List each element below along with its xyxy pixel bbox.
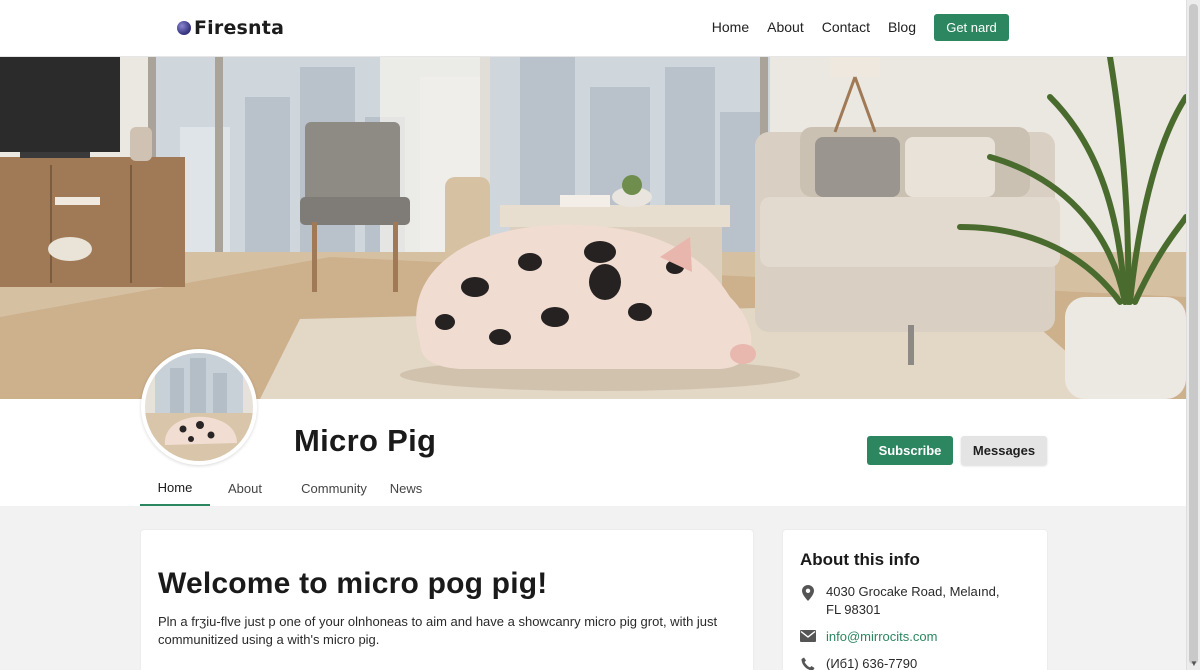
email-row: info@mirrocits.com xyxy=(800,628,937,646)
tab-news[interactable]: News xyxy=(388,470,424,506)
page-title: Micro Pig xyxy=(294,423,437,458)
subscribe-button[interactable]: Subscribe xyxy=(867,436,953,465)
brand-logo[interactable]: Firesnta xyxy=(177,14,284,42)
email-link[interactable]: info@mirrocits.com xyxy=(826,628,937,646)
phone-icon xyxy=(800,655,816,670)
envelope-icon xyxy=(800,628,816,646)
scroll-down-icon[interactable]: ▼ xyxy=(1190,659,1198,668)
messages-button[interactable]: Messages xyxy=(961,436,1047,465)
tab-home[interactable]: Home xyxy=(140,470,210,506)
phone-row: (Иб1) 636-7790 xyxy=(800,655,917,670)
page-scrollbar[interactable]: ▼ xyxy=(1186,0,1200,670)
about-info-heading: About this info xyxy=(800,550,920,569)
primary-nav: Home About Contact Blog xyxy=(712,19,916,35)
top-navigation: Firesnta Home About Contact Blog Get nar… xyxy=(0,0,1186,57)
welcome-card: Welcome to micro pog pig! Pln a frʒiu-fl… xyxy=(141,530,753,670)
about-info-card: About this info 4030 Grocake Road, Melaı… xyxy=(783,530,1047,670)
scrollbar-thumb[interactable] xyxy=(1189,4,1198,664)
profile-avatar[interactable] xyxy=(141,349,257,465)
nav-link-blog[interactable]: Blog xyxy=(888,19,916,35)
avatar-image xyxy=(145,353,253,461)
nav-link-about[interactable]: About xyxy=(767,19,804,35)
tab-about[interactable]: About xyxy=(210,470,280,506)
nav-link-home[interactable]: Home xyxy=(712,19,749,35)
get-started-button[interactable]: Get nard xyxy=(934,14,1009,41)
cover-photo xyxy=(0,57,1186,399)
welcome-heading: Welcome to micro pog pig! xyxy=(158,567,548,600)
phone-text: (Иб1) 636-7790 xyxy=(826,656,918,670)
address-row: 4030 Grocake Road, Melaınd, FL 98301 xyxy=(800,583,1016,619)
tab-community[interactable]: Community xyxy=(280,470,388,506)
globe-icon xyxy=(177,21,191,35)
welcome-text: Pln a frʒiu-flve just p one of your olnh… xyxy=(158,614,718,647)
profile-tabs: Home About Community News xyxy=(140,470,424,506)
map-pin-icon xyxy=(800,583,816,619)
nav-link-contact[interactable]: Contact xyxy=(822,19,870,35)
address-text: 4030 Grocake Road, Melaınd, FL 98301 xyxy=(826,584,1000,617)
brand-name: Firesnta xyxy=(194,17,285,39)
